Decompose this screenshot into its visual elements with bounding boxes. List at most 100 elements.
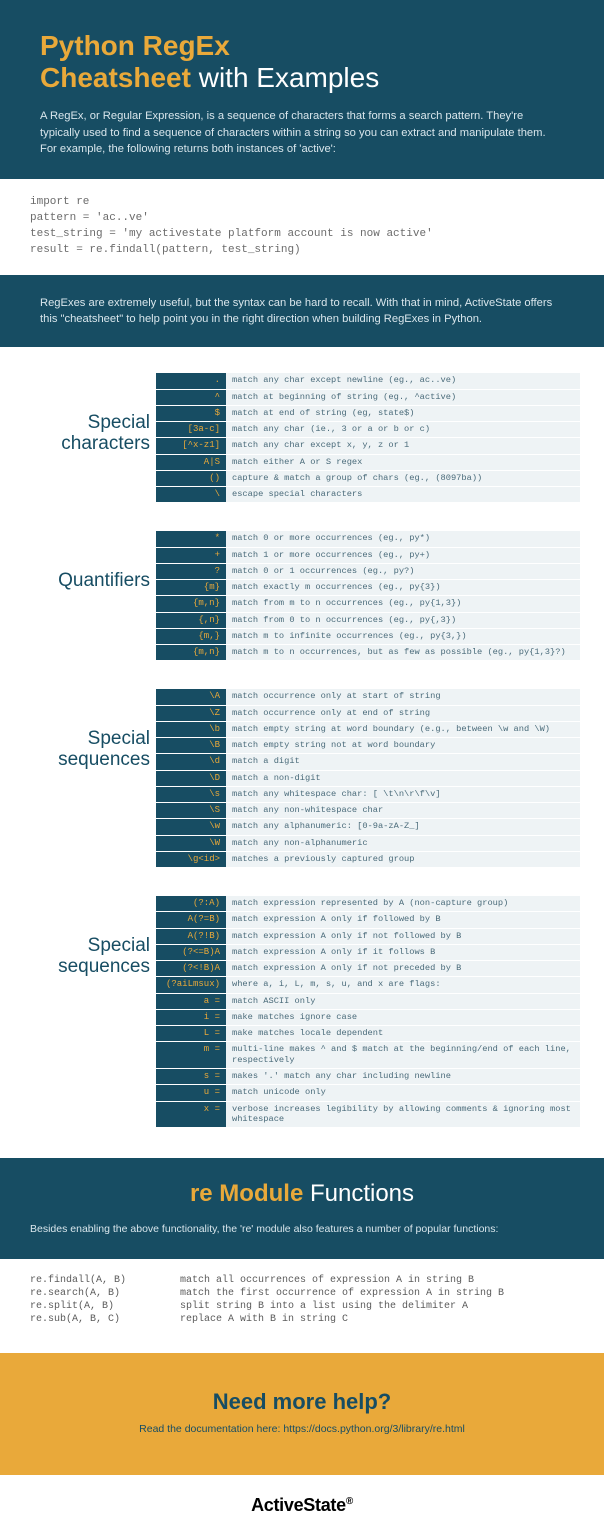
row-description: match 0 or more occurrences (eg., py*) [226, 531, 580, 546]
row-symbol: A(?!B) [156, 929, 226, 944]
row-description: match ASCII only [226, 994, 580, 1009]
row-symbol: (?:A) [156, 896, 226, 911]
row-description: match expression A only if it follows B [226, 945, 580, 960]
row-description: match at end of string (eg, state$) [226, 406, 580, 421]
row-symbol: ? [156, 564, 226, 579]
cheatsheet-row: [^x-z1]match any char except x, y, z or … [156, 438, 580, 453]
cheatsheet-row: {m,}match m to infinite occurrences (eg.… [156, 629, 580, 644]
cheatsheet-row: a =match ASCII only [156, 994, 580, 1009]
function-description: replace A with B in string C [180, 1314, 574, 1325]
cheatsheet-row: (?aiLmsux)where a, i, L, m, s, u, and x … [156, 977, 580, 992]
cheatsheet-row: x =verbose increases legibility by allow… [156, 1102, 580, 1128]
page-title: Python RegEx Cheatsheet with Examples [40, 30, 564, 94]
cheatsheet-row: *match 0 or more occurrences (eg., py*) [156, 531, 580, 546]
row-symbol: \B [156, 738, 226, 753]
cheatsheet-section: Quantifiers*match 0 or more occurrences … [24, 531, 580, 661]
help-text: Read the documentation here: https://doc… [20, 1423, 584, 1435]
section-title: Specialcharacters [24, 373, 156, 503]
row-description: match empty string not at word boundary [226, 738, 580, 753]
row-description: make matches ignore case [226, 1010, 580, 1025]
row-symbol: \b [156, 722, 226, 737]
title-bold: Cheatsheet [40, 62, 191, 93]
row-symbol: () [156, 471, 226, 486]
row-description: match expression A only if not followed … [226, 929, 580, 944]
row-symbol: s = [156, 1069, 226, 1084]
row-description: match 0 or 1 occurrences (eg., py?) [226, 564, 580, 579]
row-description: match occurrence only at end of string [226, 706, 580, 721]
cheatsheet-row: ?match 0 or 1 occurrences (eg., py?) [156, 564, 580, 579]
cheatsheet-row: $match at end of string (eg, state$) [156, 406, 580, 421]
row-description: match any whitespace char: [ \t\n\r\f\v] [226, 787, 580, 802]
row-symbol: \ [156, 487, 226, 502]
row-symbol: {m,n} [156, 645, 226, 660]
module-title: re Module Functions [30, 1180, 574, 1208]
row-description: match a non-digit [226, 771, 580, 786]
row-symbol: A|S [156, 455, 226, 470]
cheatsheet-row: u =match unicode only [156, 1085, 580, 1100]
row-description: match expression represented by A (non-c… [226, 896, 580, 911]
code-example: import re pattern = 'ac..ve' test_string… [0, 179, 604, 275]
row-symbol: {m} [156, 580, 226, 595]
footer: ActiveState® [0, 1475, 604, 1536]
row-symbol: + [156, 548, 226, 563]
row-symbol: \w [156, 819, 226, 834]
cheatsheet-row: [3a-c]match any char (ie., 3 or a or b o… [156, 422, 580, 437]
row-symbol: (?aiLmsux) [156, 977, 226, 992]
section-rows: (?:A)match expression represented by A (… [156, 896, 580, 1128]
title-rest: with Examples [199, 62, 380, 93]
cheatsheet-row: \bmatch empty string at word boundary (e… [156, 722, 580, 737]
cheatsheet-section: Specialsequences\Amatch occurrence only … [24, 689, 580, 868]
row-symbol: \s [156, 787, 226, 802]
row-symbol: L = [156, 1026, 226, 1041]
row-symbol: ^ [156, 390, 226, 405]
row-description: match any char (ie., 3 or a or b or c) [226, 422, 580, 437]
function-description: match all occurrences of expression A in… [180, 1275, 574, 1286]
cheatsheet-row: m =multi-line makes ^ and $ match at the… [156, 1042, 580, 1068]
row-description: make matches locale dependent [226, 1026, 580, 1041]
help-title: Need more help? [20, 1389, 584, 1415]
row-description: match 1 or more occurrences (eg., py+) [226, 548, 580, 563]
cheatsheet-section: Specialsequences(?:A)match expression re… [24, 896, 580, 1128]
row-symbol: {m,n} [156, 596, 226, 611]
row-description: match any non-whitespace char [226, 803, 580, 818]
row-description: match empty string at word boundary (e.g… [226, 722, 580, 737]
function-description: split string B into a list using the del… [180, 1301, 574, 1312]
row-description: match at beginning of string (eg., ^acti… [226, 390, 580, 405]
row-symbol: {,n} [156, 613, 226, 628]
cheatsheet-row: \Amatch occurrence only at start of stri… [156, 689, 580, 704]
row-symbol: . [156, 373, 226, 388]
cheatsheet-row: s =makes '.' match any char including ne… [156, 1069, 580, 1084]
function-call: re.sub(A, B, C) [30, 1314, 180, 1325]
cheatsheet-row: \g<id>matches a previously captured grou… [156, 852, 580, 867]
cheatsheet-row: ^match at beginning of string (eg., ^act… [156, 390, 580, 405]
cheatsheet-row: A|Smatch either A or S regex [156, 455, 580, 470]
cheatsheet-row: {m,n}match m to n occurrences, but as fe… [156, 645, 580, 660]
hero-intro: A RegEx, or Regular Expression, is a seq… [40, 108, 564, 157]
row-symbol: i = [156, 1010, 226, 1025]
cheatsheet-row: A(?!B) match expression A only if not fo… [156, 929, 580, 944]
cheatsheet-row: L =make matches locale dependent [156, 1026, 580, 1041]
section-rows: .match any char except newline (eg., ac.… [156, 373, 580, 503]
cheatsheet-row: \Smatch any non-whitespace char [156, 803, 580, 818]
cheatsheet-section: Specialcharacters.match any char except … [24, 373, 580, 503]
cheatsheet-row: \Wmatch any non-alphanumeric [156, 836, 580, 851]
row-symbol: * [156, 531, 226, 546]
cheatsheet-row: ()capture & match a group of chars (eg.,… [156, 471, 580, 486]
row-description: match expression A only if not preceded … [226, 961, 580, 976]
cheatsheet-row: \wmatch any alphanumeric: [0-9a-zA-Z_] [156, 819, 580, 834]
row-description: capture & match a group of chars (eg., (… [226, 471, 580, 486]
row-description: match either A or S regex [226, 455, 580, 470]
row-symbol: \d [156, 754, 226, 769]
cheatsheet-row: \Zmatch occurrence only at end of string [156, 706, 580, 721]
intro-note: RegExes are extremely useful, but the sy… [0, 275, 604, 347]
cheatsheet-row: \smatch any whitespace char: [ \t\n\r\f\… [156, 787, 580, 802]
row-description: match m to n occurrences, but as few as … [226, 645, 580, 660]
row-description: match occurrence only at start of string [226, 689, 580, 704]
row-description: makes '.' match any char including newli… [226, 1069, 580, 1084]
cheatsheet-row: A(?=B)match expression A only if followe… [156, 912, 580, 927]
cheatsheet-row: {m,n}match from m to n occurrences (eg.,… [156, 596, 580, 611]
row-description: match any alphanumeric: [0-9a-zA-Z_] [226, 819, 580, 834]
row-symbol: \W [156, 836, 226, 851]
cheatsheet-row: .match any char except newline (eg., ac.… [156, 373, 580, 388]
row-symbol: m = [156, 1042, 226, 1068]
